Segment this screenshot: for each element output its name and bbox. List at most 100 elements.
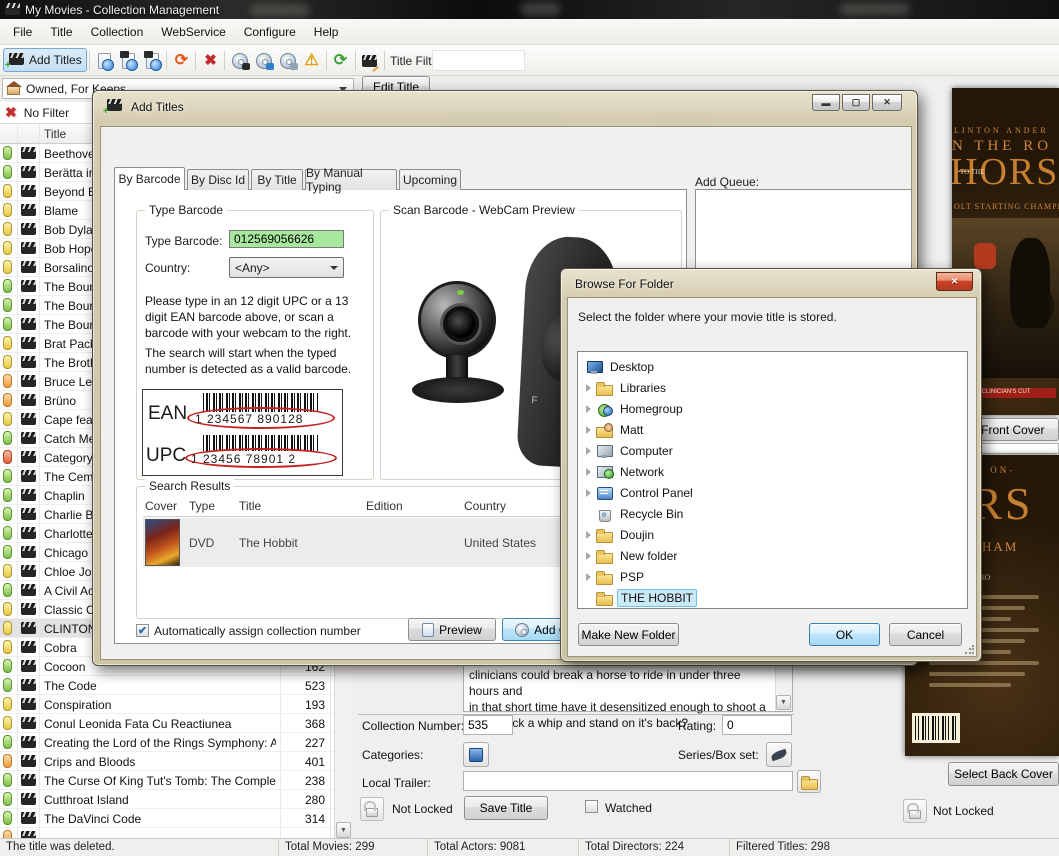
movie-row[interactable]: Cutthroat Island280 [0, 790, 334, 809]
tree-item-the-hobbit[interactable]: THE HOBBIT [586, 587, 697, 608]
tree-item-desktop[interactable]: Desktop [586, 356, 657, 377]
dialog-title: Browse For Folder [575, 277, 674, 291]
web-title-icon[interactable] [95, 51, 114, 70]
cancel-button[interactable]: Cancel [889, 623, 962, 646]
minimize-button[interactable]: ▬ [812, 94, 840, 111]
menu-item-title[interactable]: Title [41, 21, 81, 43]
movie-row[interactable]: Creating the Lord of the Rings Symphony:… [0, 733, 334, 752]
expand-arrow-icon[interactable] [586, 468, 591, 476]
menu-item-webservice[interactable]: WebService [152, 21, 234, 43]
movie-row[interactable]: Crips and Bloods401 [0, 752, 334, 771]
movie-row[interactable]: The Code523 [0, 676, 334, 695]
expand-arrow-icon[interactable] [586, 426, 591, 434]
local-trailer-input[interactable] [463, 771, 793, 791]
status-pill-yellow [3, 241, 12, 255]
close-button[interactable]: ✕ [872, 94, 902, 111]
make-new-folder-button[interactable]: Make New Folder [578, 623, 679, 646]
tree-item-recycle-bin[interactable]: Recycle Bin [586, 503, 686, 524]
browse-trailer-button[interactable] [797, 770, 821, 793]
back-lock-icon[interactable] [903, 799, 927, 823]
movie-icon [21, 166, 36, 178]
browse-for-folder-dialog: Browse For Folder ✕ Select the folder wh… [560, 268, 982, 662]
rating-input[interactable] [722, 715, 792, 735]
lock-icon[interactable] [360, 797, 384, 821]
save-title-button[interactable]: Save Title [464, 796, 548, 820]
web-export-icon[interactable] [143, 51, 162, 70]
scroll-down-icon[interactable]: ▼ [776, 695, 791, 710]
movie-row[interactable]: The DaVinci Code314 [0, 809, 334, 828]
app-icon [5, 3, 20, 15]
country-select[interactable]: <Any> [229, 257, 344, 278]
auto-assign-checkbox[interactable] [136, 624, 149, 637]
refresh-icon[interactable]: ⟳ [331, 51, 350, 70]
tree-item-psp[interactable]: PSP [586, 566, 647, 587]
tab-by-manual-typing[interactable]: By Manual Typing [305, 169, 397, 190]
disc-title-icon[interactable] [230, 51, 249, 70]
tab-by-barcode[interactable]: By Barcode [114, 167, 185, 190]
tab-upcoming[interactable]: Upcoming [399, 169, 461, 190]
toolbar-separator [384, 51, 385, 70]
menu-item-file[interactable]: File [4, 21, 41, 43]
movie-icon [21, 280, 36, 292]
movie-icon [21, 812, 36, 824]
title-filter-input[interactable] [432, 50, 525, 71]
series-box-set-button[interactable] [766, 742, 792, 767]
status-pill-yellow [3, 640, 12, 654]
maximize-button[interactable]: ▢ [842, 94, 870, 111]
expand-arrow-icon[interactable] [586, 447, 591, 455]
expand-arrow-icon[interactable] [586, 552, 591, 560]
expand-arrow-icon[interactable] [586, 384, 591, 392]
disc-copy-icon[interactable] [278, 51, 297, 70]
tab-by-disc-id[interactable]: By Disc Id [187, 169, 249, 190]
delete-title-icon[interactable]: ✖ [201, 51, 220, 70]
warning-icon[interactable]: ⚠ [302, 51, 321, 70]
tree-item-matt[interactable]: Matt [586, 419, 646, 440]
menu-item-collection[interactable]: Collection [82, 21, 153, 43]
column-header-title[interactable]: Title [239, 499, 261, 513]
tree-item-new-folder[interactable]: New folder [586, 545, 680, 566]
tree-item-control-panel[interactable]: Control Panel [586, 482, 696, 503]
column-header-edition[interactable]: Edition [366, 499, 403, 513]
disc-person-icon[interactable] [254, 51, 273, 70]
column-header-country[interactable]: Country [464, 499, 506, 513]
expand-arrow-icon[interactable] [586, 489, 591, 497]
scroll-down-icon[interactable]: ▼ [336, 822, 351, 838]
menu-item-configure[interactable]: Configure [235, 21, 305, 43]
close-icon[interactable]: ✕ [936, 272, 973, 291]
edit-title-icon[interactable] [360, 51, 379, 70]
tree-item-libraries[interactable]: Libraries [586, 377, 669, 398]
movie-title: The Code [44, 679, 276, 693]
tree-item-network[interactable]: Network [586, 461, 667, 482]
movie-row[interactable]: Conul Leonida Fata Cu Reactiunea368 [0, 714, 334, 733]
movie-row[interactable] [0, 828, 334, 838]
menu-item-help[interactable]: Help [305, 21, 348, 43]
movie-icon [21, 717, 36, 729]
status-pill-yellow [3, 697, 12, 711]
menu-bar: FileTitleCollectionWebServiceConfigureHe… [0, 19, 1059, 45]
tree-item-computer[interactable]: Computer [586, 440, 676, 461]
preview-button[interactable]: Preview [408, 618, 496, 641]
expand-arrow-icon[interactable] [586, 531, 591, 539]
movie-row[interactable]: The Curse Of King Tut's Tomb: The Comple… [0, 771, 334, 790]
expand-arrow-icon[interactable] [586, 405, 591, 413]
resize-grip[interactable] [964, 645, 974, 655]
tab-by-title[interactable]: By Title [251, 169, 303, 190]
recycle-bin-icon [596, 507, 613, 521]
watched-checkbox[interactable] [585, 800, 598, 813]
tree-item-homegroup[interactable]: Homegroup [586, 398, 686, 419]
ok-button[interactable]: OK [809, 623, 880, 646]
movie-row[interactable]: Conspiration193 [0, 695, 334, 714]
expand-arrow-icon[interactable] [586, 573, 591, 581]
import-export-icon[interactable]: ⟳ [172, 51, 191, 70]
categories-button[interactable] [463, 742, 489, 767]
watched-label: Watched [605, 801, 652, 815]
column-header-cover[interactable]: Cover [145, 499, 177, 513]
collection-number-input[interactable] [463, 715, 513, 735]
tree-item-doujin[interactable]: Doujin [586, 524, 657, 545]
web-disc-icon[interactable] [119, 51, 138, 70]
barcode-input[interactable] [229, 230, 344, 248]
column-header-type[interactable]: Type [189, 499, 215, 513]
add-titles-button[interactable]: + Add Titles [3, 48, 87, 72]
select-back-cover-button[interactable]: Select Back Cover [948, 762, 1059, 786]
movie-icon [21, 356, 36, 368]
